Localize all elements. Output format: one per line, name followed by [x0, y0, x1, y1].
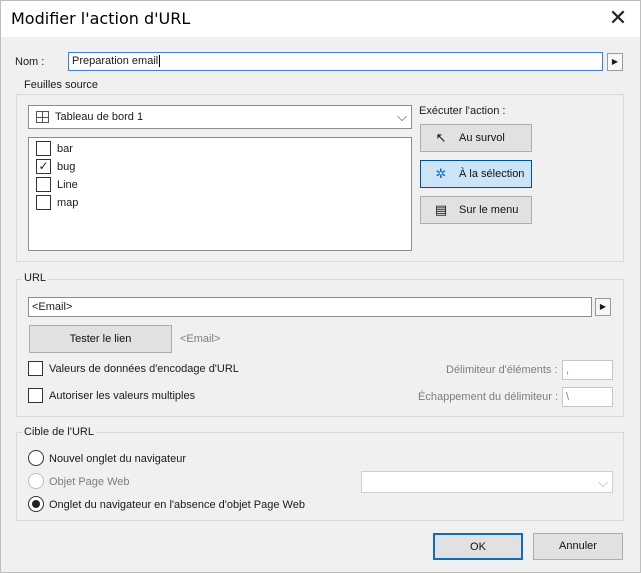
name-value: Preparation email [72, 55, 159, 67]
select-action-label: À la sélection [459, 168, 525, 180]
url-insert-button[interactable]: ▶ [595, 298, 611, 316]
web-page-object-select[interactable]: ⌵ [361, 471, 613, 493]
close-icon[interactable]: ✕ [599, 4, 637, 34]
chevron-down-icon: ⌵ [598, 475, 608, 490]
escape-input[interactable]: \ [562, 387, 613, 407]
ok-button[interactable]: OK [433, 533, 523, 560]
menu-action-button[interactable]: ▤ Sur le menu [420, 196, 532, 224]
encode-url-label: Valeurs de données d'encodage d'URL [49, 363, 239, 375]
multi-values-label: Autoriser les valeurs multiples [49, 390, 196, 402]
browser-tab-fallback-label: Onglet du navigateur en l'absence d'obje… [49, 499, 305, 511]
url-group-title: URL [22, 272, 49, 284]
sheet-label: bar [57, 143, 73, 155]
name-label: Nom : [15, 56, 45, 68]
sheet-checkbox-bug[interactable]: ✓ [36, 159, 51, 174]
title-bar: Modifier l'action d'URL ✕ [1, 1, 640, 37]
multi-values-checkbox[interactable] [28, 388, 43, 403]
sheet-label: bug [57, 161, 76, 173]
menu-cursor-icon: ▤ [434, 202, 448, 217]
select-action-button[interactable]: ✲ À la sélection [420, 160, 532, 188]
new-tab-radio[interactable] [28, 450, 44, 466]
source-sheets-title: Feuilles source [22, 79, 100, 91]
delimiter-label: Délimiteur d'éléments : [446, 364, 558, 376]
sheet-checkbox-bar[interactable] [36, 141, 51, 156]
browser-tab-fallback-radio[interactable] [28, 496, 44, 512]
dashboard-value: Tableau de bord 1 [55, 111, 144, 123]
delimiter-input[interactable]: , [562, 360, 613, 380]
escape-label: Échappement du délimiteur : [418, 391, 559, 403]
cancel-button[interactable]: Annuler [533, 533, 623, 560]
name-insert-button[interactable]: ▶ [607, 53, 623, 71]
url-input[interactable]: <Email> [28, 297, 592, 317]
name-input[interactable]: Preparation email [68, 52, 603, 71]
hover-action-button[interactable]: ↖ Au survol [420, 124, 532, 152]
web-page-object-radio[interactable] [28, 473, 44, 489]
run-action-label: Exécuter l'action : [419, 105, 506, 117]
dashboard-select[interactable]: Tableau de bord 1 ⌵ [28, 105, 412, 129]
dialog-title: Modifier l'action d'URL [11, 9, 191, 28]
url-value: <Email> [32, 301, 73, 313]
test-link-button[interactable]: Tester le lien [29, 325, 172, 353]
radio-selected-dot [32, 500, 40, 508]
sheet-checkbox-map[interactable] [36, 195, 51, 210]
dashboard-icon [36, 111, 49, 123]
encode-url-checkbox[interactable] [28, 361, 43, 376]
hover-action-label: Au survol [459, 132, 505, 144]
url-target-title: Cible de l'URL [22, 426, 96, 438]
new-tab-label: Nouvel onglet du navigateur [49, 453, 186, 465]
delimiter-value: , [566, 364, 570, 376]
url-preview: <Email> [180, 333, 221, 345]
sheet-label: map [57, 197, 79, 209]
cursor-click-icon: ✲ [435, 166, 447, 181]
sheet-label: Line [57, 179, 78, 191]
menu-action-label: Sur le menu [459, 204, 519, 216]
dialog: Modifier l'action d'URL ✕ Nom : Preparat… [0, 0, 641, 573]
escape-value: \ [566, 391, 570, 403]
sheet-checkbox-line[interactable] [36, 177, 51, 192]
chevron-down-icon: ⌵ [397, 109, 407, 124]
web-page-object-label: Objet Page Web [49, 476, 130, 488]
cursor-icon: ↖ [435, 130, 447, 145]
sheets-list [28, 137, 412, 251]
